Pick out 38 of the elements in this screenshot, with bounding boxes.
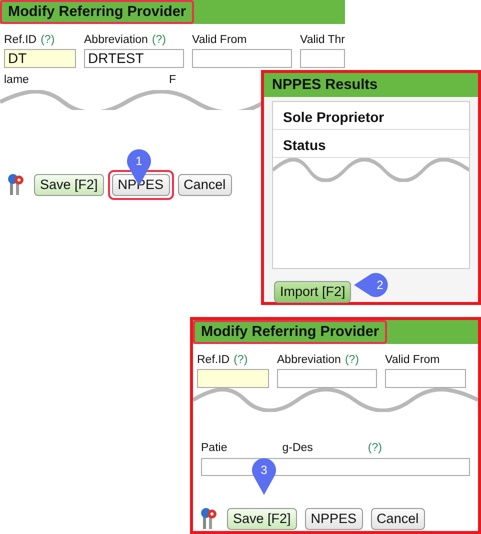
field-label: Patie: [201, 441, 228, 456]
step-marker: 3: [251, 457, 277, 495]
panel-title: NPPES Results: [271, 76, 379, 95]
help-link[interactable]: (?): [368, 440, 382, 458]
save-button[interactable]: Save [F2]: [34, 174, 104, 196]
input-field[interactable]: [197, 369, 269, 388]
save-button[interactable]: Save [F2]: [227, 508, 297, 530]
input-field[interactable]: [277, 369, 377, 388]
input-field[interactable]: DT: [4, 49, 76, 68]
help-link[interactable]: (?): [234, 352, 248, 370]
field-label: g-Des: [282, 441, 313, 456]
field-label: Ref.ID: [197, 353, 230, 368]
help-link[interactable]: (?): [152, 32, 166, 50]
field-label: Abbreviation: [277, 353, 341, 368]
input-field[interactable]: [300, 49, 345, 68]
import-button[interactable]: Import [F2]: [274, 281, 352, 303]
field-label: Abbreviation: [84, 33, 148, 48]
input-field[interactable]: [201, 458, 470, 476]
keys-icon: [8, 174, 24, 196]
field-label: lame: [4, 73, 29, 88]
help-link[interactable]: (?): [344, 352, 359, 370]
input-field[interactable]: [385, 369, 466, 388]
help-link[interactable]: (?): [40, 32, 55, 50]
panel-title: Modify Referring Provider: [193, 320, 388, 344]
panel-title: Modify Referring Provider: [0, 0, 194, 24]
result-label: Status: [273, 130, 469, 158]
input-field[interactable]: [192, 49, 292, 68]
field-label: Valid From: [192, 33, 247, 48]
field-label: Valid From: [385, 353, 440, 368]
keys-icon: [201, 508, 217, 530]
input-field[interactable]: DRTEST: [84, 49, 184, 68]
action-button[interactable]: NPPES: [304, 508, 363, 530]
action-button[interactable]: Cancel: [178, 174, 232, 196]
action-button[interactable]: Cancel: [370, 508, 425, 530]
result-label: Sole Proprietor: [273, 102, 469, 130]
field-label: Valid Thr: [300, 33, 345, 48]
field-label: Ref.ID: [4, 33, 37, 48]
field-label: F: [168, 73, 176, 88]
